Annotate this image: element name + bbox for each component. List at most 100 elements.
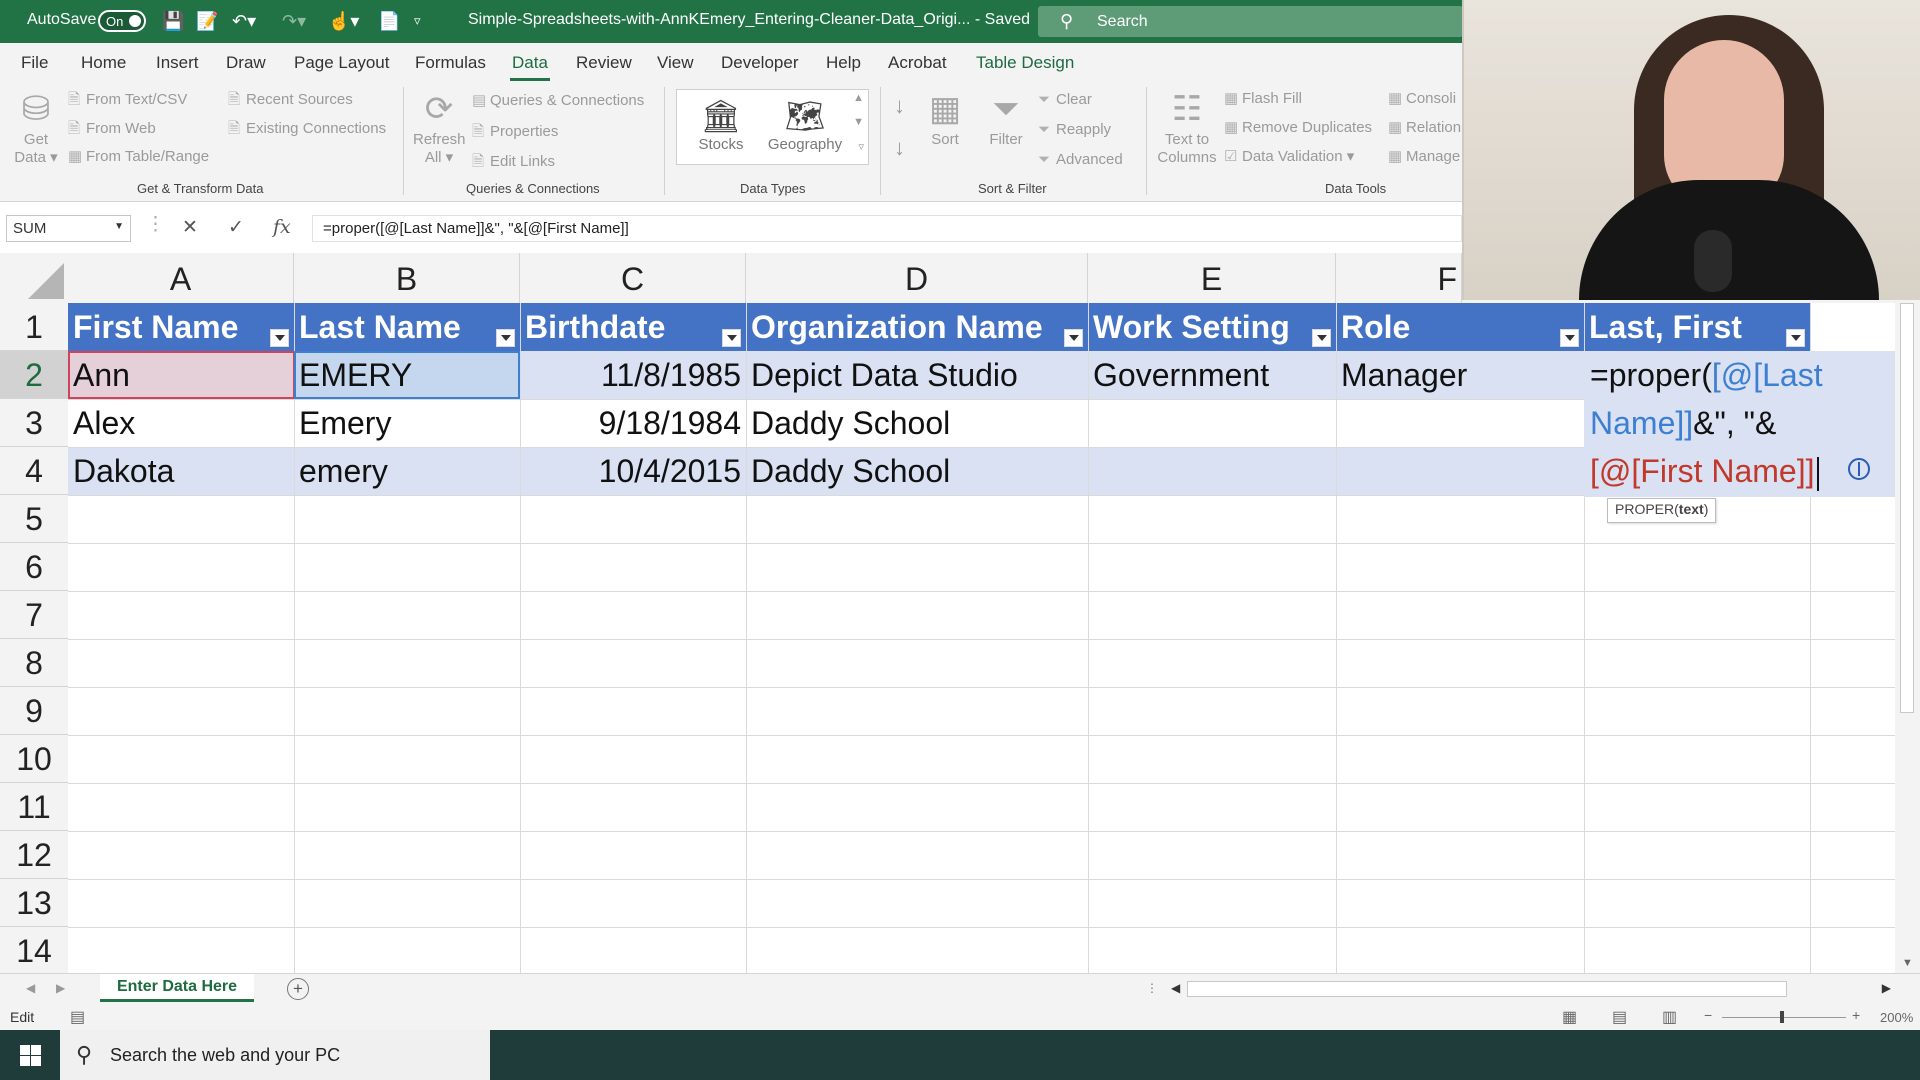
table-header-cell[interactable]: Work Setting: [1088, 303, 1295, 351]
filter-button[interactable]: ⏷ Filter: [980, 87, 1032, 149]
page-layout-view-icon[interactable]: ▤: [1612, 1007, 1627, 1027]
column-header-d[interactable]: D: [746, 253, 1088, 303]
filter-dropdown-button[interactable]: [496, 329, 515, 347]
table-cell[interactable]: Alex: [68, 399, 140, 447]
reapply-button[interactable]: ⏷ Reapply: [1038, 121, 1111, 138]
table-cell[interactable]: [1088, 447, 1098, 495]
horizontal-scroll-thumb[interactable]: [1187, 981, 1787, 997]
row-header[interactable]: 1: [0, 303, 68, 351]
filter-dropdown-button[interactable]: [1560, 329, 1579, 347]
geography-button[interactable]: 🗺 Geography: [765, 96, 845, 153]
document-title[interactable]: Simple-Spreadsheets-with-AnnKEmery_Enter…: [468, 11, 1030, 29]
tab-home[interactable]: Home: [81, 53, 126, 73]
select-all-corner[interactable]: [0, 253, 68, 303]
tab-help[interactable]: Help: [826, 53, 861, 73]
row-header[interactable]: 9: [0, 687, 68, 735]
windows-start-icon[interactable]: [0, 1030, 60, 1080]
table-cell[interactable]: 10/4/2015: [520, 447, 746, 495]
sort-button[interactable]: ▦ Sort: [920, 87, 970, 149]
table-cell[interactable]: Emery: [294, 399, 396, 447]
recent-sources-button[interactable]: 🗎 Recent Sources: [228, 89, 353, 114]
page-break-view-icon[interactable]: ▥: [1662, 1007, 1677, 1027]
tab-formulas[interactable]: Formulas: [415, 53, 486, 73]
tab-view[interactable]: View: [657, 53, 694, 73]
row-header[interactable]: 12: [0, 831, 68, 879]
table-cell[interactable]: emery: [294, 447, 393, 495]
table-header-cell[interactable]: Role: [1336, 303, 1415, 351]
properties-button[interactable]: 🗎 Properties: [472, 121, 558, 146]
row-header[interactable]: 6: [0, 543, 68, 591]
enter-icon[interactable]: ✓: [228, 216, 244, 239]
stocks-button[interactable]: 🏛 Stocks: [689, 96, 753, 153]
table-cell[interactable]: [1088, 399, 1098, 447]
table-cell[interactable]: Daddy School: [746, 399, 955, 447]
table-cell[interactable]: EMERY: [294, 351, 417, 399]
vertical-scroll-thumb[interactable]: [1900, 303, 1914, 713]
scroll-left-icon[interactable]: ◀: [1171, 981, 1180, 995]
tab-review[interactable]: Review: [576, 53, 632, 73]
from-text-csv-button[interactable]: 🗎 From Text/CSV: [68, 89, 187, 114]
table-cell[interactable]: 9/18/1984: [520, 399, 746, 447]
zoom-out-icon[interactable]: −: [1704, 1007, 1712, 1023]
undo-icon[interactable]: ↶▾: [232, 10, 256, 32]
tab-page-layout[interactable]: Page Layout: [294, 53, 389, 73]
data-validation-button[interactable]: ☑ Data Validation ▾: [1224, 147, 1354, 165]
gallery-scroll-up-icon[interactable]: ▲: [853, 92, 864, 104]
gallery-more-icon[interactable]: ▿: [858, 140, 864, 153]
save-as-icon[interactable]: 📝: [196, 10, 218, 32]
tab-acrobat[interactable]: Acrobat: [888, 53, 947, 73]
text-to-columns-button[interactable]: ☷ Text to Columns: [1156, 87, 1218, 167]
table-header-cell[interactable]: Birthdate: [520, 303, 670, 351]
tab-developer[interactable]: Developer: [721, 53, 799, 73]
accessibility-icon[interactable]: ▤: [70, 1007, 85, 1027]
table-cell[interactable]: Government: [1088, 351, 1274, 399]
table-header-cell[interactable]: Organization Name: [746, 303, 1048, 351]
table-cell[interactable]: Ann: [68, 351, 135, 399]
column-header-a[interactable]: A: [68, 253, 294, 303]
zoom-slider-track[interactable]: [1722, 1017, 1846, 1018]
insert-function-icon[interactable]: fx: [273, 216, 291, 238]
document-icon[interactable]: 📄: [378, 10, 400, 32]
refresh-all-button[interactable]: ⟳ Refresh All ▾: [413, 87, 466, 167]
table-cell[interactable]: Dakota: [68, 447, 179, 495]
row-header[interactable]: 13: [0, 879, 68, 927]
advanced-button[interactable]: ⏷ Advanced: [1038, 151, 1123, 168]
clear-button[interactable]: ⏷ Clear: [1038, 91, 1092, 108]
table-header-cell[interactable]: First Name: [68, 303, 243, 351]
cancel-icon[interactable]: ✕: [182, 216, 198, 239]
queries-connections-button[interactable]: ▤ Queries & Connections: [472, 91, 644, 109]
tab-data[interactable]: Data: [510, 53, 550, 81]
sort-z-a-icon[interactable]: ↓: [894, 135, 905, 161]
row-header[interactable]: 3: [0, 399, 68, 447]
row-header[interactable]: 10: [0, 735, 68, 783]
redo-icon[interactable]: ↷▾: [282, 10, 306, 32]
touch-mode-icon[interactable]: ☝▾: [328, 10, 359, 32]
zoom-slider-knob[interactable]: [1780, 1011, 1784, 1023]
row-header[interactable]: 4: [0, 447, 68, 495]
consolidate-button[interactable]: ▦ Consoli: [1388, 89, 1456, 107]
from-table-range-button[interactable]: ▦ From Table/Range: [68, 147, 209, 165]
filter-dropdown-button[interactable]: [1786, 329, 1805, 347]
row-header[interactable]: 5: [0, 495, 68, 543]
customize-qat-icon[interactable]: ▿: [414, 10, 421, 32]
sheet-tab-enter-data-here[interactable]: Enter Data Here: [100, 974, 254, 1002]
scroll-down-icon[interactable]: ▼: [1902, 957, 1913, 969]
manage-data-model-button[interactable]: ▦ Manage: [1388, 147, 1460, 165]
row-header[interactable]: 2: [0, 351, 68, 399]
column-header-f[interactable]: F: [1336, 253, 1462, 303]
horizontal-scrollbar[interactable]: ◀ ▶: [1165, 979, 1895, 999]
sheet-nav-prev-icon[interactable]: ◀: [26, 981, 35, 995]
zoom-level[interactable]: 200%: [1880, 1010, 1913, 1025]
remove-duplicates-button[interactable]: ▦ Remove Duplicates: [1224, 118, 1372, 136]
row-header[interactable]: 8: [0, 639, 68, 687]
row-header[interactable]: 14: [0, 927, 68, 975]
name-box[interactable]: SUM ▼: [6, 215, 131, 242]
table-cell[interactable]: Depict Data Studio: [746, 351, 1023, 399]
table-cell[interactable]: [1336, 447, 1346, 495]
sheet-nav-next-icon[interactable]: ▶: [56, 981, 65, 995]
vertical-scrollbar[interactable]: ▼: [1895, 303, 1920, 973]
tab-file[interactable]: File: [21, 53, 48, 73]
from-web-button[interactable]: 🗎 From Web: [68, 118, 156, 143]
search-box[interactable]: ⚲ Search: [1038, 6, 1463, 37]
column-header-c[interactable]: C: [520, 253, 746, 303]
